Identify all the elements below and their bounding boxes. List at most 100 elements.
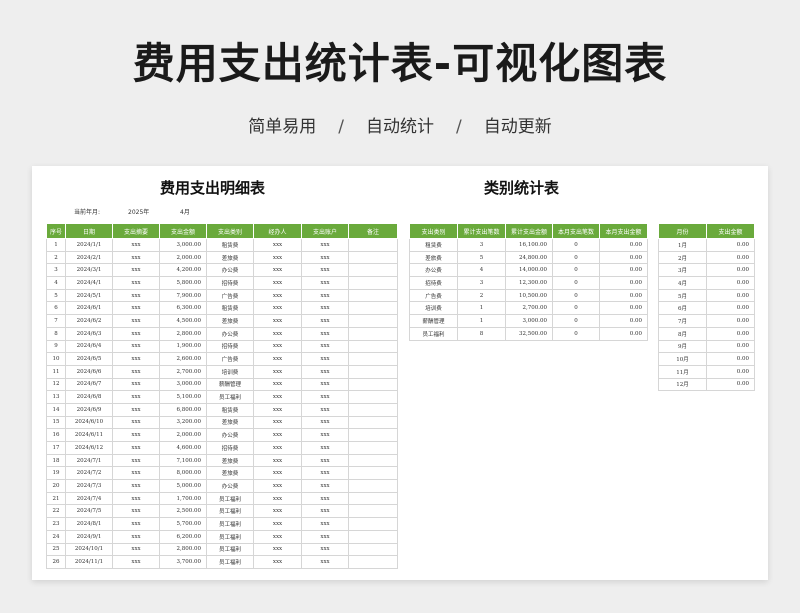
detail-cell[interactable]: xxx <box>112 542 160 557</box>
detail-cell[interactable]: 招待费 <box>206 339 254 354</box>
category-cell[interactable]: 培训费 <box>409 301 458 316</box>
category-cell[interactable]: 24,800.00 <box>505 250 553 265</box>
detail-cell[interactable]: 17 <box>46 441 66 455</box>
detail-cell[interactable]: 2,600.00 <box>159 352 207 366</box>
detail-cell[interactable]: 11 <box>46 364 66 379</box>
detail-cell[interactable]: 5,000.00 <box>159 479 207 493</box>
detail-cell[interactable]: 20 <box>46 479 66 493</box>
monthly-cell[interactable]: 0.00 <box>706 377 755 392</box>
detail-cell[interactable]: 10 <box>46 352 66 366</box>
detail-cell[interactable]: 差旅费 <box>206 314 254 328</box>
detail-cell[interactable]: 5,100.00 <box>159 390 207 404</box>
category-cell[interactable]: 1 <box>457 314 506 328</box>
detail-cell[interactable]: 员工福利 <box>206 517 254 531</box>
category-cell[interactable]: 员工福利 <box>409 326 458 341</box>
category-cell[interactable]: 0.00 <box>599 314 648 328</box>
monthly-cell[interactable]: 11月 <box>658 364 707 379</box>
detail-cell[interactable]: xxx <box>301 479 349 493</box>
category-cell[interactable]: 16,100.00 <box>505 238 553 252</box>
detail-cell[interactable]: xxx <box>301 390 349 404</box>
detail-cell[interactable]: 26 <box>46 555 66 569</box>
detail-cell[interactable]: 12 <box>46 377 66 392</box>
detail-cell[interactable]: 2,800.00 <box>159 542 207 557</box>
monthly-cell[interactable]: 0.00 <box>706 263 755 278</box>
detail-cell[interactable]: 租赁费 <box>206 238 254 252</box>
category-cell[interactable]: 办公费 <box>409 263 458 278</box>
category-cell[interactable]: 差旅费 <box>409 250 458 265</box>
detail-cell[interactable]: 3,700.00 <box>159 555 207 569</box>
detail-cell[interactable]: 18 <box>46 453 66 468</box>
detail-cell[interactable]: xxx <box>301 517 349 531</box>
detail-cell[interactable]: xxx <box>253 288 302 303</box>
detail-cell[interactable]: 5,800.00 <box>159 276 207 290</box>
detail-cell[interactable]: xxx <box>112 390 160 404</box>
detail-cell[interactable]: xxx <box>301 441 349 455</box>
category-cell[interactable]: 0.00 <box>599 326 648 341</box>
detail-cell[interactable]: 1,700.00 <box>159 491 207 506</box>
detail-cell[interactable]: xxx <box>112 415 160 430</box>
monthly-cell[interactable]: 0.00 <box>706 276 755 290</box>
category-cell[interactable]: 2 <box>457 288 506 303</box>
detail-cell[interactable]: 2024/7/3 <box>65 479 113 493</box>
detail-cell[interactable]: 8 <box>46 326 66 341</box>
detail-cell[interactable]: 8,000.00 <box>159 466 207 481</box>
category-cell[interactable]: 0 <box>552 250 600 265</box>
detail-cell[interactable]: 2024/6/11 <box>65 428 113 442</box>
monthly-cell[interactable]: 12月 <box>658 377 707 392</box>
detail-cell[interactable]: 24 <box>46 529 66 544</box>
detail-cell[interactable]: xxx <box>112 529 160 544</box>
monthly-cell[interactable]: 0.00 <box>706 301 755 316</box>
detail-cell[interactable]: 2024/11/1 <box>65 555 113 569</box>
detail-cell[interactable] <box>348 453 398 468</box>
detail-cell[interactable] <box>348 479 398 493</box>
detail-cell[interactable]: xxx <box>112 263 160 278</box>
detail-cell[interactable]: xxx <box>253 377 302 392</box>
category-cell[interactable]: 0 <box>552 301 600 316</box>
detail-cell[interactable]: xxx <box>112 479 160 493</box>
detail-cell[interactable]: xxx <box>112 466 160 481</box>
category-cell[interactable]: 0 <box>552 238 600 252</box>
detail-cell[interactable]: xxx <box>301 263 349 278</box>
detail-cell[interactable]: xxx <box>112 491 160 506</box>
detail-cell[interactable]: xxx <box>253 364 302 379</box>
monthly-cell[interactable]: 10月 <box>658 352 707 366</box>
detail-cell[interactable]: xxx <box>253 390 302 404</box>
category-cell[interactable]: 0 <box>552 314 600 328</box>
detail-cell[interactable]: 9 <box>46 339 66 354</box>
detail-cell[interactable]: 7,100.00 <box>159 453 207 468</box>
detail-cell[interactable]: 5 <box>46 288 66 303</box>
detail-cell[interactable]: 2 <box>46 250 66 265</box>
monthly-cell[interactable]: 4月 <box>658 276 707 290</box>
detail-cell[interactable]: 办公费 <box>206 428 254 442</box>
detail-cell[interactable]: xxx <box>253 352 302 366</box>
detail-cell[interactable]: 2024/6/5 <box>65 352 113 366</box>
detail-cell[interactable]: 租赁费 <box>206 402 254 417</box>
detail-cell[interactable]: 15 <box>46 415 66 430</box>
detail-cell[interactable]: 2024/6/6 <box>65 364 113 379</box>
detail-cell[interactable]: 差旅费 <box>206 466 254 481</box>
detail-cell[interactable] <box>348 352 398 366</box>
detail-cell[interactable]: xxx <box>301 402 349 417</box>
detail-cell[interactable]: 3,000.00 <box>159 377 207 392</box>
detail-cell[interactable]: xxx <box>253 238 302 252</box>
detail-cell[interactable]: 薪酬管理 <box>206 377 254 392</box>
detail-cell[interactable]: 广告费 <box>206 288 254 303</box>
monthly-cell[interactable]: 1月 <box>658 238 707 252</box>
detail-cell[interactable]: xxx <box>301 504 349 519</box>
detail-cell[interactable] <box>348 542 398 557</box>
detail-cell[interactable]: 1 <box>46 238 66 252</box>
detail-cell[interactable] <box>348 466 398 481</box>
category-cell[interactable]: 12,300.00 <box>505 276 553 290</box>
detail-cell[interactable]: 员工福利 <box>206 555 254 569</box>
category-cell[interactable]: 0.00 <box>599 250 648 265</box>
detail-cell[interactable]: xxx <box>301 301 349 316</box>
detail-cell[interactable]: xxx <box>112 314 160 328</box>
category-cell[interactable]: 0.00 <box>599 276 648 290</box>
category-cell[interactable]: 3 <box>457 238 506 252</box>
detail-cell[interactable]: 6,800.00 <box>159 402 207 417</box>
category-cell[interactable]: 薪酬管理 <box>409 314 458 328</box>
detail-cell[interactable]: 1,900.00 <box>159 339 207 354</box>
detail-cell[interactable]: 2024/6/4 <box>65 339 113 354</box>
detail-cell[interactable]: xxx <box>112 441 160 455</box>
detail-cell[interactable]: xxx <box>301 238 349 252</box>
